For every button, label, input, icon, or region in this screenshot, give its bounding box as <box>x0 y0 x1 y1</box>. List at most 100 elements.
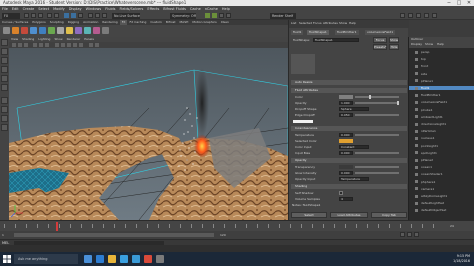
live-surface-field[interactable]: No Live Surface <box>112 13 140 19</box>
ae-menu-focus[interactable]: Focus <box>313 21 322 25</box>
render-settings-icon[interactable] <box>219 13 224 18</box>
shadows-icon[interactable] <box>79 43 83 47</box>
ncloth-icon[interactable] <box>48 27 55 34</box>
step-forward-icon[interactable] <box>414 232 419 237</box>
outliner-item[interactable]: side <box>409 72 474 76</box>
modeling-toolkit-icon[interactable] <box>432 13 437 18</box>
bookmark-icon[interactable] <box>18 43 22 47</box>
outliner-item[interactable]: spotLight1 <box>409 151 474 155</box>
single-layout-icon[interactable] <box>1 97 8 104</box>
outliner-item[interactable]: top <box>409 57 474 61</box>
focus-button[interactable]: Focus <box>373 37 387 43</box>
attribute-editor-toggle-icon[interactable] <box>416 13 421 18</box>
glow-intensity-field[interactable]: 0.000 <box>339 171 353 175</box>
camera-attributes-icon[interactable] <box>12 43 16 47</box>
dropoff-shape-select[interactable]: Sphere <box>339 107 369 111</box>
app-icon[interactable] <box>156 255 164 263</box>
shelf-tab-rendering[interactable]: Rendering <box>100 20 119 25</box>
node-name-field[interactable]: fluidShape1 <box>313 38 359 42</box>
play-forward-icon[interactable] <box>407 232 412 237</box>
taskbar-search[interactable]: Ask me anything <box>14 254 78 264</box>
tab-volumeaxisfield1[interactable]: volumeAxisField1 <box>365 30 396 35</box>
outliner-item[interactable]: oceanShader1 <box>409 172 474 176</box>
layout-icon[interactable] <box>400 13 405 18</box>
outliner-item[interactable]: pCube1 <box>409 108 474 112</box>
color-swatch[interactable] <box>339 95 353 99</box>
wireframe-icon[interactable] <box>55 43 59 47</box>
smooth-shade-icon[interactable] <box>61 43 65 47</box>
viewport-panel[interactable]: View Shading Lighting Show Renderer Pane… <box>9 37 288 220</box>
load-attributes-button[interactable]: Load Attributes <box>330 212 368 218</box>
volume-samples-field[interactable]: 4 <box>339 197 353 201</box>
transparency-slider[interactable] <box>355 166 399 168</box>
selected-color-swatch[interactable] <box>339 139 353 143</box>
section-auto-resize[interactable]: Auto Resize <box>291 80 407 85</box>
tab-fluidshape1[interactable]: fluidShape1 <box>307 30 329 35</box>
transparency-swatch[interactable] <box>339 165 353 169</box>
film-gate-icon[interactable] <box>39 43 43 47</box>
outliner-item[interactable]: pointLight1 <box>409 144 474 148</box>
color-slider-knob[interactable] <box>369 95 371 99</box>
opacity-field[interactable]: 1.000 <box>339 101 353 105</box>
select-component-icon[interactable] <box>78 13 83 18</box>
snap-curve-icon[interactable] <box>95 13 100 18</box>
outliner-menu-display[interactable]: Display <box>411 42 422 46</box>
save-scene-icon[interactable] <box>38 13 43 18</box>
shelf-tab-fx-caching[interactable]: FX Caching <box>127 20 148 25</box>
shelf-tab-curves[interactable]: Curves / Surfaces <box>0 20 30 25</box>
outliner-item[interactable]: defaultLightSet <box>409 201 474 205</box>
nparticle-icon[interactable] <box>12 27 19 34</box>
outliner-item[interactable]: aiSkyDomeLight1 <box>409 194 474 198</box>
new-scene-icon[interactable] <box>24 13 29 18</box>
outliner-item[interactable]: camera1 <box>409 187 474 191</box>
maya-taskbar-icon[interactable] <box>132 255 140 263</box>
time-slider[interactable]: 24 <box>0 220 474 231</box>
isolate-select-icon[interactable] <box>95 43 99 47</box>
select-object-icon[interactable] <box>71 13 76 18</box>
shelf-tab-xgen[interactable]: XGen <box>219 20 231 25</box>
temperature-field[interactable]: 0.000 <box>339 133 353 137</box>
viewport-scene[interactable] <box>9 48 288 220</box>
ocean-icon[interactable] <box>84 27 91 34</box>
system-clock[interactable]: 9:15 PM 1/18/2016 <box>440 254 470 264</box>
tab-fluidemitter1[interactable]: fluidEmitter1 <box>335 30 359 35</box>
outliner-menu-help[interactable]: Help <box>437 42 444 46</box>
section-incandescence[interactable]: Incandescence <box>291 126 407 131</box>
shelf-tab-mash[interactable]: MASH <box>178 20 191 25</box>
ae-menu-selected[interactable]: Selected <box>299 21 312 25</box>
outliner-item[interactable]: fluidEmitter1 <box>409 93 474 97</box>
cache-icon[interactable] <box>102 27 109 34</box>
hair-icon[interactable] <box>93 27 100 34</box>
grid-toggle-icon[interactable] <box>33 43 37 47</box>
chrome-icon[interactable] <box>144 255 152 263</box>
textured-icon[interactable] <box>67 43 71 47</box>
shelf-tab-sculpting[interactable]: Sculpting <box>48 20 66 25</box>
file-explorer-icon[interactable] <box>108 255 116 263</box>
section-opacity[interactable]: Opacity <box>291 158 407 163</box>
current-frame-field[interactable]: 24 <box>450 224 454 228</box>
presets-button[interactable]: Presets* <box>373 44 387 50</box>
outliner-item[interactable]: persp <box>409 50 474 54</box>
ae-menu-help[interactable]: Help <box>349 21 356 25</box>
self-shadow-checkbox[interactable] <box>339 191 343 195</box>
outliner-item[interactable]: fluid1 <box>409 86 474 90</box>
rotate-tool-icon[interactable] <box>1 75 8 82</box>
color-input-select[interactable]: Constant <box>339 145 369 149</box>
shelf-tab-animation[interactable]: Animation <box>81 20 100 25</box>
menu-set-selector[interactable]: FX <box>2 13 20 19</box>
outliner-item[interactable]: nucleus1 <box>409 136 474 140</box>
play-backward-icon[interactable] <box>400 232 405 237</box>
opacity-slider-knob[interactable] <box>397 101 399 105</box>
undo-icon[interactable] <box>47 13 52 18</box>
outliner-item[interactable]: pPlane2 <box>409 158 474 162</box>
input-bias-field[interactable]: 0.000 <box>339 151 353 155</box>
outliner-menu-show[interactable]: Show <box>425 42 433 46</box>
four-layout-icon[interactable] <box>1 106 8 113</box>
xray-icon[interactable] <box>89 43 93 47</box>
range-bar[interactable] <box>14 233 214 237</box>
channel-box-toggle-icon[interactable] <box>408 13 413 18</box>
select-tool-icon[interactable] <box>1 39 8 46</box>
snap-point-icon[interactable] <box>102 13 107 18</box>
lasso-tool-icon[interactable] <box>1 48 8 55</box>
render-current-icon[interactable] <box>205 13 210 18</box>
